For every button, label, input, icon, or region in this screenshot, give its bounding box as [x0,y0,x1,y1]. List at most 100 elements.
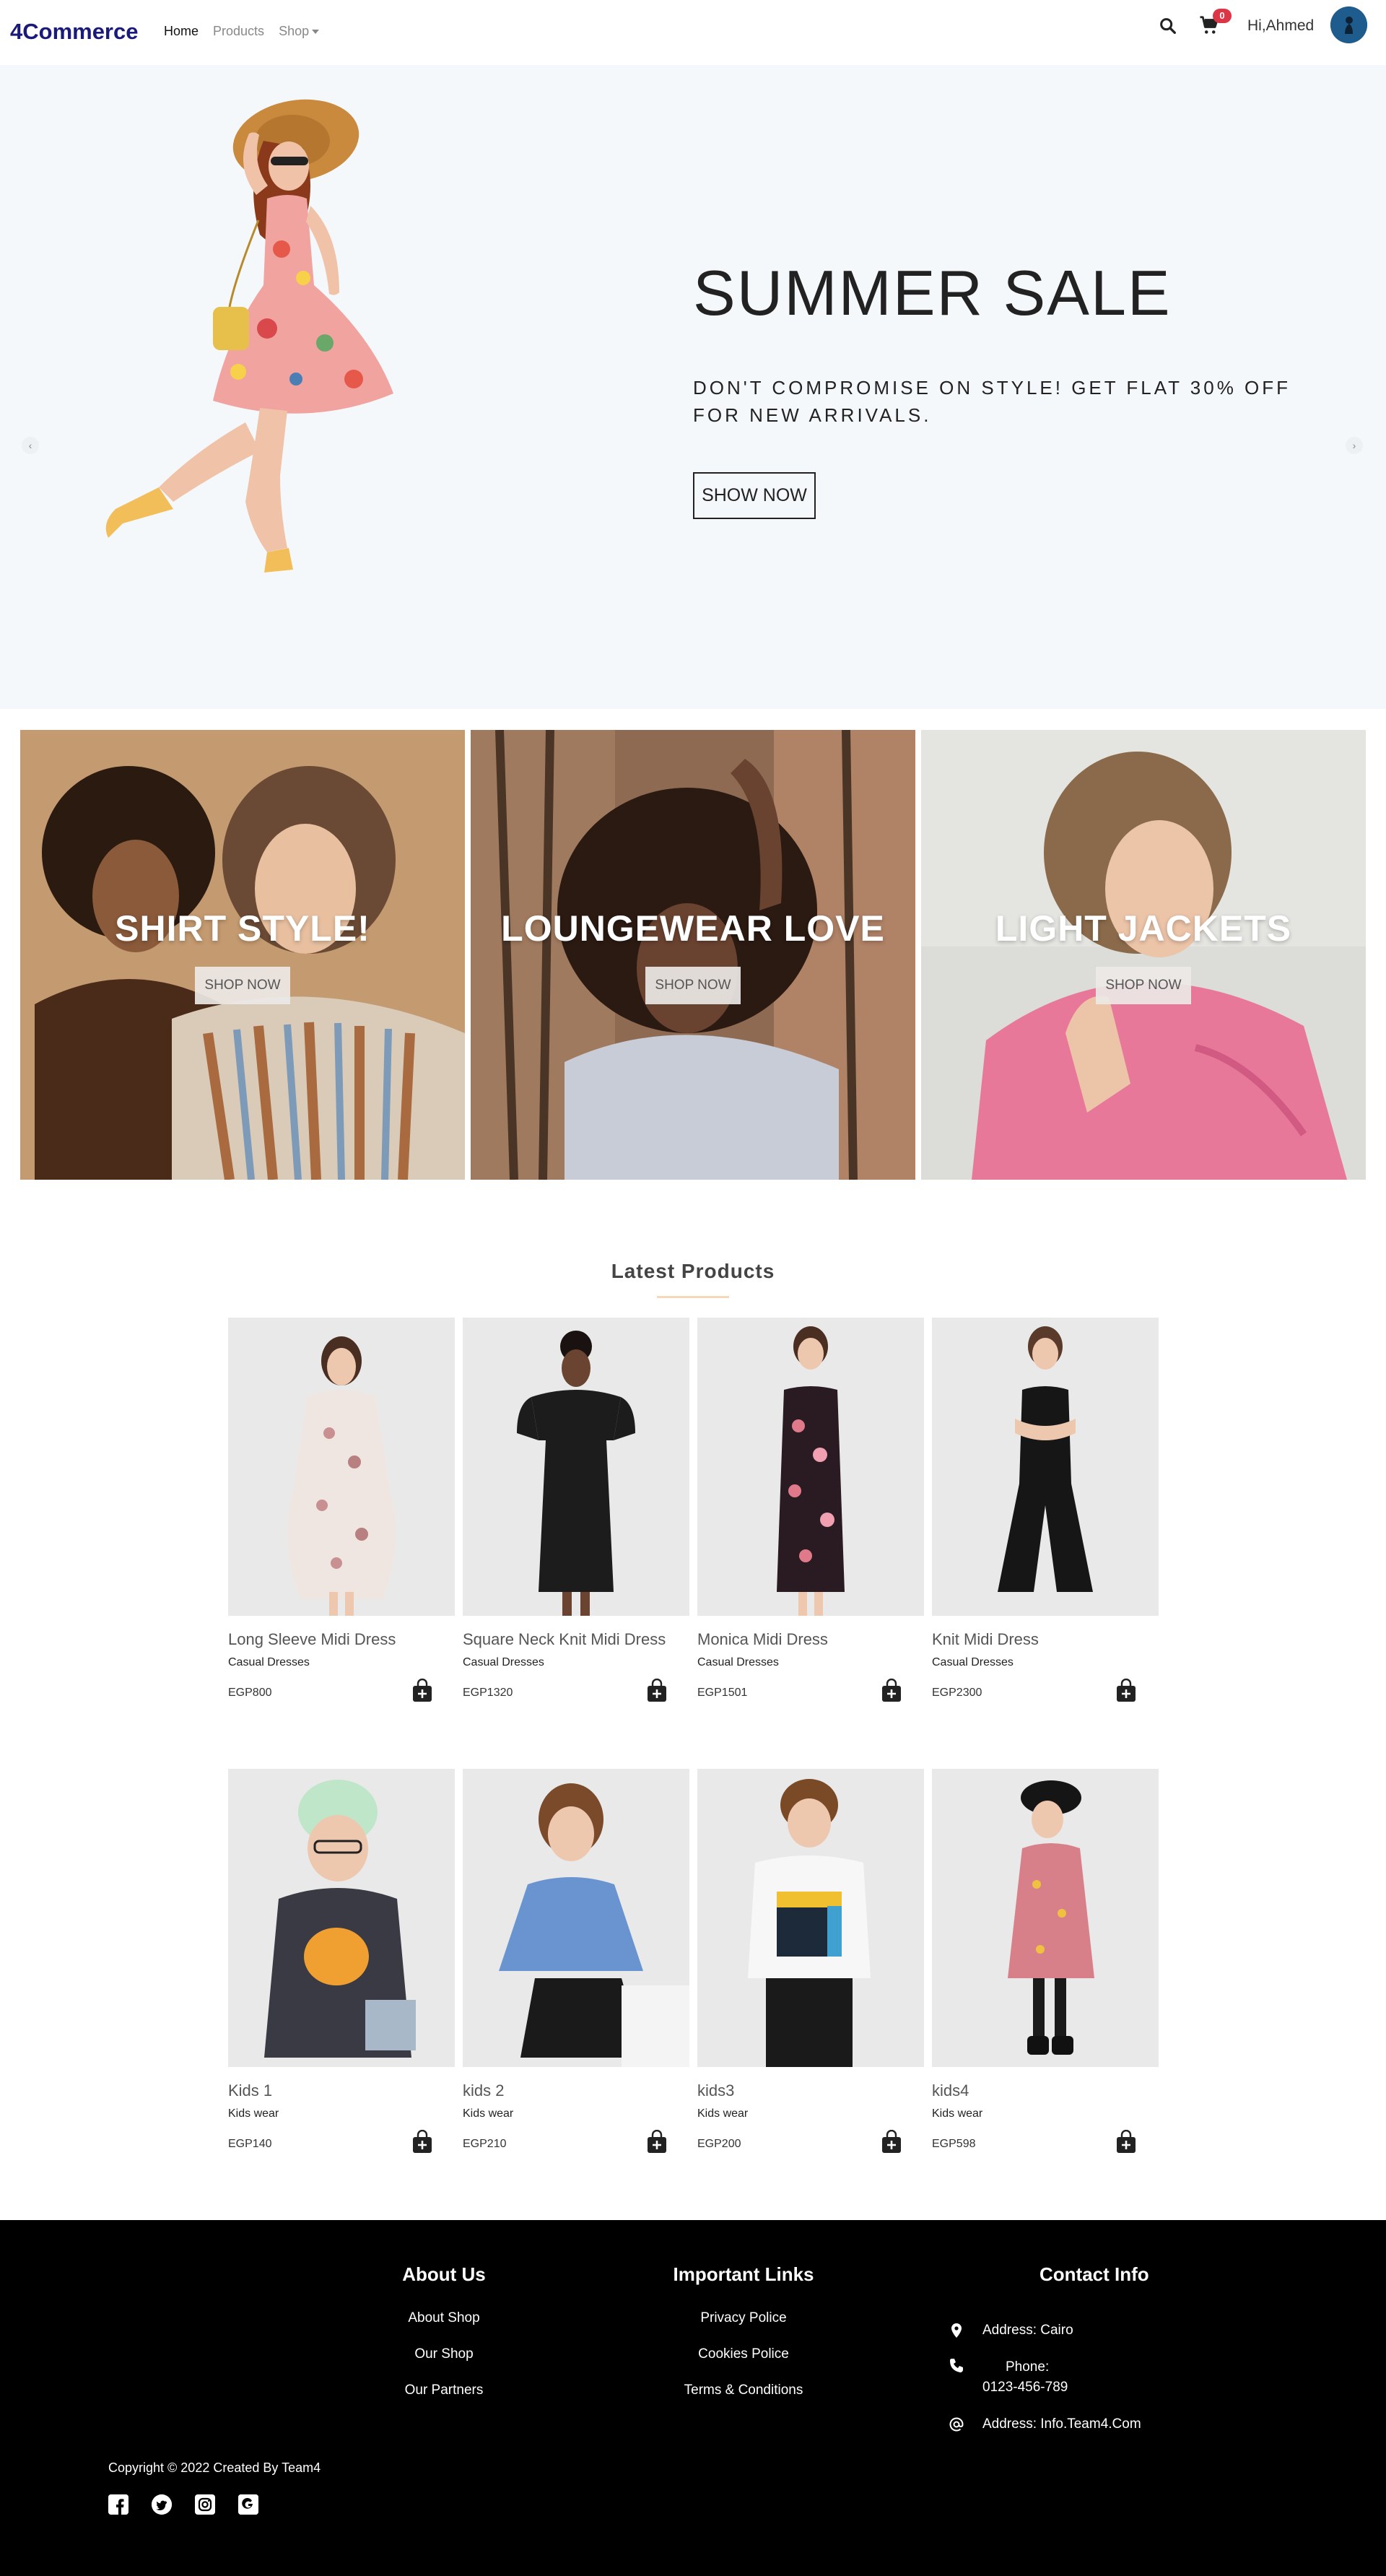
nav-links: Home Products Shop [164,24,320,39]
chevron-down-icon [312,30,320,35]
product-card[interactable]: Square Neck Knit Midi Dress Casual Dress… [463,1318,689,1703]
add-to-cart-bag-icon[interactable] [1115,2130,1137,2154]
banner-title: LOUNGEWEAR LOVE [501,908,885,949]
product-card[interactable]: kids4 Kids wear EGP598 [932,1769,1159,2154]
twitter-icon[interactable] [152,2494,172,2515]
product-category: Kids wear [932,2107,983,2120]
footer-link-cookies[interactable]: Cookies Police [650,2346,837,2362]
footer-link-about-shop[interactable]: About Shop [372,2310,516,2326]
product-image[interactable] [697,1769,924,2067]
contact-phone-number: 0123-456-789 [982,2380,1068,2395]
footer-heading: About Us [402,2263,486,2285]
product-image[interactable] [697,1318,924,1616]
nav-home[interactable]: Home [164,24,199,39]
product-image[interactable] [228,1318,455,1616]
google-icon[interactable] [238,2494,258,2515]
footer-link-privacy[interactable]: Privacy Police [650,2310,837,2326]
product-image[interactable] [932,1318,1159,1616]
latest-products-title: Latest Products [611,1260,775,1282]
banner-light-jackets[interactable]: LIGHT JACKETS SHOP NOW [921,730,1366,1180]
add-to-cart-bag-icon[interactable] [1115,1679,1137,1703]
product-name[interactable]: Monica Midi Dress [697,1630,924,1649]
nav-shop-dropdown[interactable]: Shop [279,24,320,39]
product-name[interactable]: kids 2 [463,2081,689,2100]
product-category: Casual Dresses [228,1656,310,1668]
product-image[interactable] [463,1769,689,2067]
product-card[interactable]: Knit Midi Dress Casual Dresses EGP2300 [932,1318,1159,1703]
product-name[interactable]: Square Neck Knit Midi Dress [463,1630,689,1649]
banner-shop-now-button[interactable]: SHOP NOW [1096,967,1191,1004]
section-underline [657,1296,729,1298]
contact-address: Address: Cairo [949,2323,1073,2338]
footer-link-our-shop[interactable]: Our Shop [372,2346,516,2362]
facebook-icon[interactable] [108,2494,128,2515]
contact-email-text: Address: Info.Team4.Com [982,2416,1141,2432]
navbar: 4Commerce Home Products Shop 0 Hi,Ahmed [0,0,1386,65]
carousel-prev-icon[interactable]: ‹ [22,437,39,454]
contact-address-text: Address: Cairo [982,2323,1073,2338]
product-card[interactable]: Kids 1 Kids wear EGP140 [228,1769,455,2154]
footer-link-our-partners[interactable]: Our Partners [372,2383,516,2398]
product-card[interactable]: kids3 Kids wear EGP200 [697,1769,924,2154]
product-card[interactable]: kids 2 Kids wear EGP210 [463,1769,689,2154]
product-category: Casual Dresses [463,1656,544,1668]
contact-email: Address: Info.Team4.Com [949,2416,1141,2432]
hero-model-image [105,99,393,573]
banner-shop-now-button[interactable]: SHOP NOW [645,967,741,1004]
product-category: Kids wear [697,2107,749,2120]
search-icon[interactable] [1158,16,1178,36]
add-to-cart-bag-icon[interactable] [646,1679,668,1703]
product-name[interactable]: kids3 [697,2081,924,2100]
phone-icon [950,2359,963,2372]
product-category: Casual Dresses [697,1656,779,1668]
footer: About Us About Shop Our Shop Our Partner… [0,2220,1386,2576]
contact-phone-label: Phone: [1006,2359,1050,2375]
banner-jackets-image [921,730,1366,1180]
footer-link-terms[interactable]: Terms & Conditions [650,2383,837,2398]
product-category: Kids wear [463,2107,514,2120]
banner-title: LIGHT JACKETS [995,908,1292,949]
product-name[interactable]: Knit Midi Dress [932,1630,1159,1649]
banner-shirt-style[interactable]: SHIRT STYLE! SHOP NOW [20,730,465,1180]
banner-title: SHIRT STYLE! [115,908,370,949]
product-category: Kids wear [228,2107,279,2120]
banner-loungewear-love[interactable]: LOUNGEWEAR LOVE SHOP NOW [471,730,915,1180]
hero-carousel: SUMMER SALE DON'T COMPROMISE ON STYLE! G… [0,65,1386,709]
nav-shop-label: Shop [279,24,310,38]
product-category: Casual Dresses [932,1656,1014,1668]
banner-loungewear-image [471,730,915,1180]
product-card[interactable]: Long Sleeve Midi Dress Casual Dresses EG… [228,1318,455,1703]
cart-count-badge: 0 [1213,9,1232,23]
add-to-cart-bag-icon[interactable] [881,2130,902,2154]
contact-phone: Phone: 0123-456-789 [949,2357,1068,2398]
footer-heading: Important Links [673,2263,814,2285]
social-links [108,2494,258,2515]
banner-shop-now-button[interactable]: SHOP NOW [195,967,290,1004]
carousel-next-icon[interactable]: › [1346,437,1363,454]
banner-shirt-image [20,730,465,1180]
add-to-cart-bag-icon[interactable] [881,1679,902,1703]
footer-heading: Contact Info [1040,2263,1149,2285]
product-name[interactable]: Kids 1 [228,2081,455,2100]
product-image[interactable] [932,1769,1159,2067]
add-to-cart-bag-icon[interactable] [411,2130,433,2154]
copyright-text: Copyright © 2022 Created By Team4 [108,2460,321,2475]
brand-logo[interactable]: 4Commerce [10,19,138,45]
footer-important-column: Important Links Privacy Police Cookies P… [650,2263,837,2419]
product-image[interactable] [463,1318,689,1616]
product-image[interactable] [228,1769,455,2067]
avatar[interactable] [1330,6,1367,43]
hero-show-now-button[interactable]: SHOW NOW [693,472,816,519]
at-sign-icon [949,2417,964,2432]
user-greeting[interactable]: Hi,Ahmed [1247,17,1314,35]
location-pin-icon [951,2323,962,2338]
hero-title: SUMMER SALE [693,257,1172,328]
product-name[interactable]: Long Sleeve Midi Dress [228,1630,455,1649]
product-card[interactable]: Monica Midi Dress Casual Dresses EGP1501 [697,1318,924,1703]
product-name[interactable]: kids4 [932,2081,1159,2100]
instagram-icon[interactable] [195,2494,215,2515]
hero-subtitle: DON'T COMPROMISE ON STYLE! GET FLAT 30% … [693,377,1291,426]
nav-products[interactable]: Products [213,24,264,39]
add-to-cart-bag-icon[interactable] [411,1679,433,1703]
add-to-cart-bag-icon[interactable] [646,2130,668,2154]
